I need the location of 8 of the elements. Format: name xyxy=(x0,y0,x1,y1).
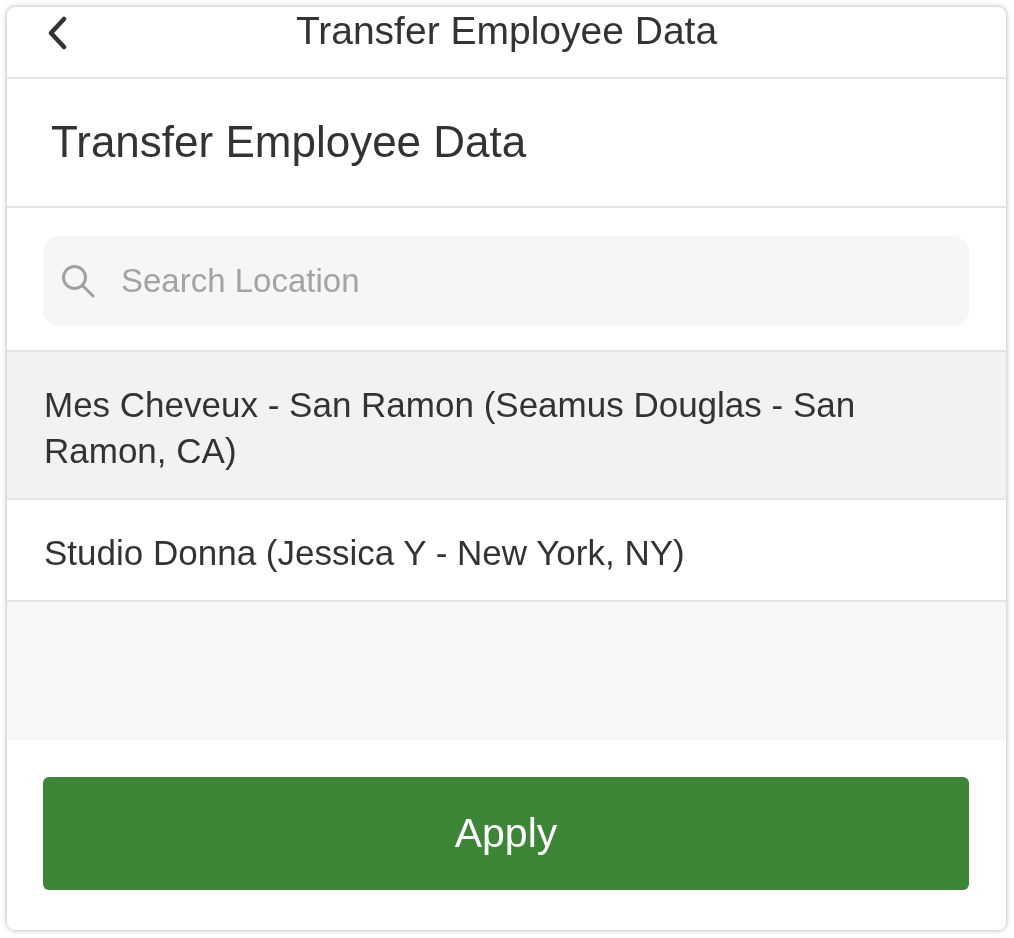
page-title: Transfer Employee Data xyxy=(295,8,718,54)
search-field[interactable]: Search Location xyxy=(43,236,969,326)
apply-button[interactable]: Apply xyxy=(43,777,969,890)
search-icon xyxy=(61,264,95,298)
chevron-left-icon xyxy=(47,16,67,50)
location-item[interactable]: Studio Donna (Jessica Y - New York, NY) xyxy=(7,500,1006,602)
section-heading: Transfer Employee Data xyxy=(51,116,527,169)
location-item[interactable]: Mes Cheveux - San Ramon (Seamus Douglas - San Ramon, CA) xyxy=(7,352,1006,500)
